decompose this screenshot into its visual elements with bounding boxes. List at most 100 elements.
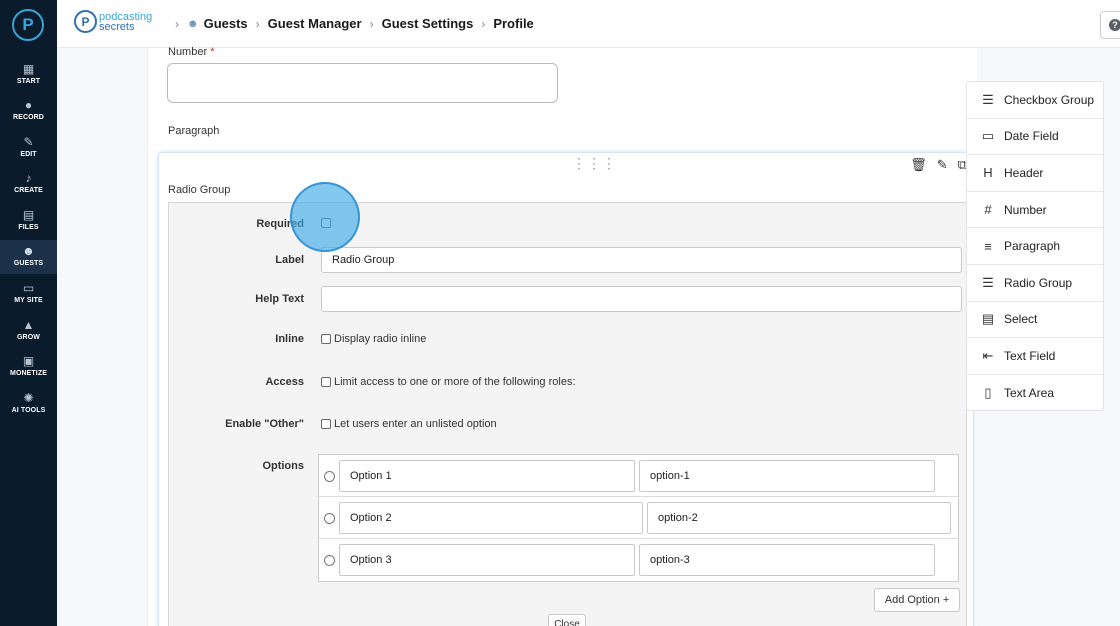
- sidebar-item-record[interactable]: ● RECORD: [0, 94, 57, 128]
- option-value-input[interactable]: option-1: [639, 460, 935, 492]
- paragraph-icon: ≡: [984, 238, 992, 254]
- control-label: Date Field: [1004, 129, 1059, 144]
- pencil-icon[interactable]: ✎: [937, 157, 948, 173]
- control-label: Radio Group: [1004, 275, 1073, 290]
- control-date-field[interactable]: ▭ Date Field: [967, 119, 1103, 156]
- field-actions: 🗑 ✎ ⧉: [910, 157, 967, 173]
- radio-list-icon: ☰: [982, 274, 994, 290]
- label-input[interactable]: Radio Group: [321, 247, 962, 273]
- enable-other-option: Let users enter an unlisted option: [321, 418, 497, 430]
- chevron-right-icon: ›: [369, 16, 374, 31]
- option-row: Option 2 option-2: [319, 497, 958, 539]
- access-option: Limit access to one or more of the follo…: [321, 376, 576, 388]
- click-indicator: [290, 182, 360, 252]
- chevron-right-icon: ›: [175, 16, 179, 31]
- option-value-input[interactable]: option-3: [639, 544, 935, 576]
- paragraph-field: Paragraph: [168, 125, 220, 137]
- number-field-label: Number *: [168, 46, 215, 58]
- control-label: Checkbox Group: [1004, 92, 1095, 107]
- control-label: Header: [1004, 165, 1044, 180]
- option-radio[interactable]: [324, 513, 335, 524]
- guests-icon: ☻: [22, 244, 35, 258]
- control-text-area[interactable]: ▯ Text Area: [967, 375, 1103, 412]
- guests-icon: ☻: [187, 17, 199, 30]
- sidebar-item-my-site[interactable]: ▭ MY SITE: [0, 277, 57, 311]
- option-radio[interactable]: [324, 555, 335, 566]
- breadcrumb-guest-manager[interactable]: Guest Manager: [268, 16, 362, 31]
- enable-other-label: Enable "Other": [225, 418, 304, 430]
- control-radio-group[interactable]: ☰ Radio Group: [967, 265, 1103, 302]
- close-button[interactable]: Close: [548, 614, 586, 626]
- options-list: Option 1 option-1 Option 2 option-2 Opti…: [318, 454, 959, 582]
- app-logo-icon[interactable]: P: [12, 9, 44, 41]
- field-edit-panel: Required Label Radio Group Help Text Inl…: [168, 202, 967, 626]
- required-label: Required: [256, 218, 304, 230]
- sidebar-item-monetize[interactable]: ▣ MONETIZE: [0, 350, 57, 384]
- sidebar-item-start[interactable]: ▦ START: [0, 58, 57, 92]
- trash-icon[interactable]: 🗑: [910, 157, 927, 173]
- form-builder-area: Number * Paragraph ⋮⋮⋮ 🗑 ✎ ⧉ Radio Group…: [57, 46, 1120, 626]
- sidebar-item-label: GROW: [17, 334, 40, 341]
- chevron-right-icon: ›: [481, 16, 486, 31]
- control-checkbox-group[interactable]: ☰ Checkbox Group: [967, 82, 1103, 119]
- help-text-label: Help Text: [255, 293, 304, 305]
- option-radio[interactable]: [324, 471, 335, 482]
- help-button[interactable]: ?: [1100, 11, 1120, 39]
- sidebar-item-edit[interactable]: ✎ EDIT: [0, 131, 57, 165]
- options-label: Options: [262, 460, 304, 472]
- start-icon: ▦: [22, 62, 35, 76]
- breadcrumb-guest-settings[interactable]: Guest Settings: [382, 16, 474, 31]
- sidebar-item-label: GUESTS: [13, 260, 44, 267]
- chevron-right-icon: ›: [255, 16, 260, 31]
- sidebar-item-label: EDIT: [20, 151, 37, 158]
- access-checkbox[interactable]: [321, 377, 331, 387]
- calendar-icon: ▭: [981, 128, 995, 144]
- help-text-input[interactable]: [321, 286, 962, 312]
- select-icon: ▤: [981, 311, 995, 327]
- my-site-icon: ▭: [22, 281, 35, 295]
- sidebar: P ▦ START ● RECORD ✎ EDIT ♪ CREATE ▤ FIL…: [0, 0, 57, 626]
- breadcrumb-guests[interactable]: Guests: [204, 16, 248, 31]
- brand-mark-icon: P: [74, 10, 97, 33]
- radio-group-title: Radio Group: [168, 184, 231, 196]
- enable-other-checkbox[interactable]: [321, 419, 331, 429]
- sidebar-item-label: AI TOOLS: [11, 407, 46, 414]
- control-label: Select: [1004, 312, 1038, 327]
- create-icon: ♪: [25, 171, 32, 185]
- option-label-input[interactable]: Option 1: [339, 460, 635, 492]
- grow-icon: ▲: [22, 318, 35, 332]
- sidebar-item-grow[interactable]: ▲ GROW: [0, 314, 57, 348]
- microphone-icon: ●: [24, 98, 33, 112]
- drag-handle-icon[interactable]: ⋮⋮⋮: [572, 156, 617, 170]
- option-label-input[interactable]: Option 2: [339, 502, 643, 534]
- add-option-button[interactable]: Add Option +: [874, 588, 960, 612]
- sidebar-item-create[interactable]: ♪ CREATE: [0, 167, 57, 201]
- breadcrumb: › ☻ Guests › Guest Manager › Guest Setti…: [167, 16, 534, 31]
- control-header[interactable]: H Header: [967, 155, 1103, 192]
- option-value-input[interactable]: option-2: [647, 502, 951, 534]
- control-text-field[interactable]: ⇤ Text Field: [967, 338, 1103, 375]
- enable-other-text: Let users enter an unlisted option: [334, 418, 497, 430]
- option-label-input[interactable]: Option 3: [339, 544, 635, 576]
- control-label: Paragraph: [1004, 239, 1061, 254]
- text-field-icon: ⇤: [982, 347, 994, 363]
- header-icon: H: [983, 165, 993, 181]
- sidebar-item-files[interactable]: ▤ FILES: [0, 204, 57, 238]
- brand-logo[interactable]: P podcasting secrets: [74, 10, 152, 33]
- control-number[interactable]: # Number: [967, 192, 1103, 229]
- sidebar-item-guests[interactable]: ☻ GUESTS: [0, 240, 57, 274]
- hash-icon: #: [984, 202, 992, 218]
- brand-wordmark: podcasting secrets: [99, 10, 153, 33]
- form-canvas: Number * Paragraph ⋮⋮⋮ 🗑 ✎ ⧉ Radio Group…: [147, 46, 977, 626]
- sidebar-item-label: RECORD: [13, 114, 44, 121]
- number-field-input[interactable]: [167, 63, 558, 103]
- control-paragraph[interactable]: ≡ Paragraph: [967, 228, 1103, 265]
- inline-checkbox[interactable]: [321, 334, 331, 344]
- sidebar-item-ai-tools[interactable]: ✺ AI TOOLS: [0, 387, 57, 421]
- radio-group-field[interactable]: ⋮⋮⋮ 🗑 ✎ ⧉ Radio Group Required Label Rad…: [158, 152, 974, 626]
- inline-text: Display radio inline: [334, 333, 427, 345]
- files-icon: ▤: [22, 208, 35, 222]
- sidebar-item-label: MY SITE: [14, 297, 43, 304]
- control-select[interactable]: ▤ Select: [967, 302, 1103, 339]
- sidebar-item-label: CREATE: [14, 187, 43, 194]
